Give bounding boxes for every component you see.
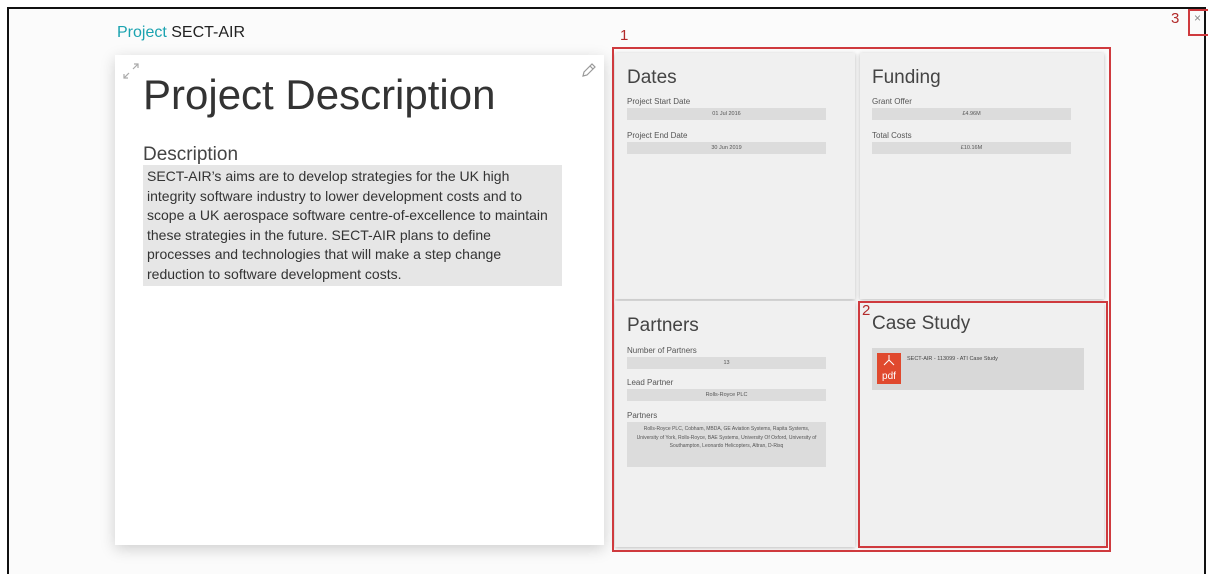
- page-title: Project Description: [143, 71, 496, 118]
- description-label: Description: [143, 144, 239, 165]
- annotation-box-2: [858, 301, 1108, 548]
- annotation-box-3: ×: [1188, 9, 1208, 36]
- project-title: Project SECT-AIR: [117, 24, 245, 42]
- description-field[interactable]: SECT-AIR’s aims are to develop strategie…: [143, 165, 562, 286]
- annotation-marker-1: 1: [620, 27, 629, 44]
- annotation-marker-3: 3: [1171, 10, 1180, 27]
- project-title-name: SECT-AIR: [171, 24, 246, 41]
- expand-icon[interactable]: [121, 61, 141, 81]
- close-icon[interactable]: ×: [1194, 12, 1201, 24]
- project-description-card: Project Description Description SECT-AIR…: [115, 55, 604, 545]
- annotation-marker-2: 2: [862, 302, 871, 319]
- pencil-icon[interactable]: [578, 61, 598, 81]
- project-title-prefix[interactable]: Project: [117, 24, 167, 41]
